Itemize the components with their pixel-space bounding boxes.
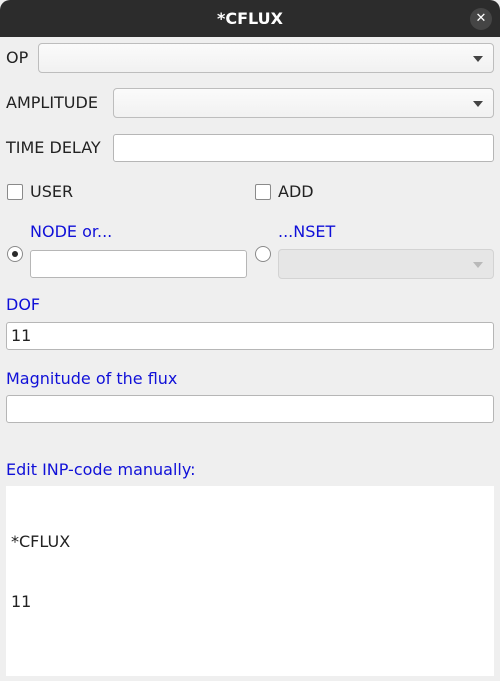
node-input[interactable] (30, 250, 247, 278)
close-button[interactable]: ✕ (470, 8, 492, 30)
dof-input[interactable]: 11 (6, 322, 494, 350)
chevron-down-icon (473, 101, 483, 107)
chevron-down-icon (473, 262, 483, 268)
amplitude-select[interactable] (113, 88, 494, 118)
nset-select[interactable] (278, 249, 494, 279)
user-checkbox[interactable] (7, 184, 23, 200)
chevron-down-icon (473, 56, 483, 62)
amplitude-label: AMPLITUDE (6, 93, 98, 112)
inp-code-editor[interactable]: *CFLUX 11 (6, 486, 494, 676)
add-checkbox[interactable] (255, 184, 271, 200)
magnitude-input[interactable] (6, 395, 494, 423)
nset-radio[interactable] (255, 246, 271, 262)
node-label: NODE or... (30, 222, 113, 241)
window-title: *CFLUX (217, 9, 283, 28)
add-label: ADD (278, 182, 314, 201)
time-delay-label: TIME DELAY (6, 138, 101, 157)
node-radio[interactable] (7, 246, 23, 262)
nset-label: ...NSET (278, 222, 336, 241)
close-icon: ✕ (475, 11, 487, 26)
editor-line: 11 (11, 592, 32, 611)
time-delay-input[interactable] (113, 134, 494, 162)
op-label: OP (6, 48, 29, 67)
magnitude-label: Magnitude of the flux (6, 369, 178, 388)
editor-line: *CFLUX (11, 532, 71, 551)
title-bar: *CFLUX ✕ (0, 0, 500, 37)
editor-label: Edit INP-code manually: (6, 460, 196, 479)
op-select[interactable] (38, 43, 494, 73)
dof-label: DOF (6, 295, 41, 314)
user-label: USER (30, 182, 74, 201)
